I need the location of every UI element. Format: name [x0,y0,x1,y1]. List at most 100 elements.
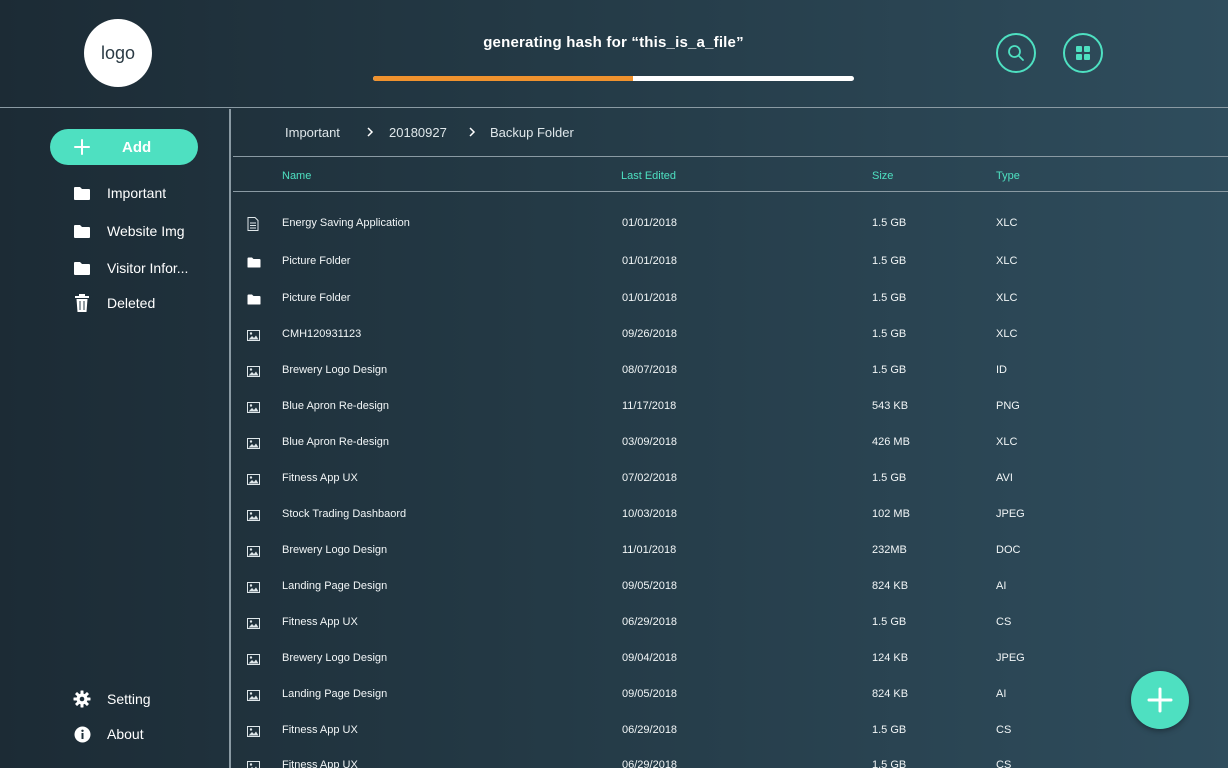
add-button[interactable]: Add [50,129,198,165]
file-type: AVI [996,472,1013,484]
grid-view-button[interactable] [1063,33,1103,73]
folder-icon [247,292,261,306]
file-last-edited: 10/03/2018 [622,508,678,520]
table-row[interactable]: Fitness App UX 07/02/2018 1.5 GB AVI [233,465,1228,493]
file-name: Landing Page Design [282,580,388,592]
image-icon [247,400,261,414]
file-last-edited: 03/09/2018 [622,436,678,448]
image-icon [247,759,261,768]
file-name: Fitness App UX [282,724,358,736]
table-row[interactable]: Brewery Logo Design 11/01/2018 232MB DOC [233,537,1228,565]
sidebar: Add Important Website Img Visitor Infor.… [0,109,231,768]
column-header-size[interactable]: Size [872,170,893,182]
table-row[interactable]: Stock Trading Dashbaord 10/03/2018 102 MB J… [233,501,1228,529]
file-type: JPEG [996,508,1025,520]
sidebar-item-label: About [107,726,144,742]
file-last-edited: 11/17/2018 [622,400,677,412]
table-row[interactable]: Brewery Logo Design 08/07/2018 1.5 GB ID [233,357,1228,385]
file-last-edited: 06/29/2018 [622,724,678,736]
folder-icon [72,221,92,241]
sidebar-item-website-img[interactable]: Website Img [72,219,222,243]
breadcrumb-item[interactable]: Important [285,125,340,140]
file-name: Picture Folder [282,292,351,304]
file-type: DOC [996,544,1021,556]
table-row[interactable]: Landing Page Design 09/05/2018 824 KB AI [233,681,1228,709]
file-type: XLC [996,255,1018,267]
file-name: CMH120931123 [282,328,362,340]
file-type: AI [996,688,1007,700]
column-header-type[interactable]: Type [996,170,1020,182]
chevron-right-icon [469,127,476,137]
column-header-name[interactable]: Name [282,170,311,182]
file-size: 1.5 GB [872,759,907,768]
file-size: 824 KB [872,580,909,592]
file-last-edited: 07/02/2018 [622,472,678,484]
file-last-edited: 01/01/2018 [622,217,678,229]
search-button[interactable] [996,33,1036,73]
sidebar-item-label: Setting [107,691,151,707]
file-last-edited: 09/05/2018 [622,688,678,700]
plus-icon [1147,687,1173,713]
image-icon [247,436,261,450]
sidebar-item-label: Deleted [107,295,156,311]
table-row[interactable]: Blue Apron Re-design 11/17/2018 543 KB PNG [233,393,1228,421]
table-row[interactable]: Landing Page Design 09/05/2018 824 KB AI [233,573,1228,601]
file-type: ID [996,364,1007,376]
table-row[interactable]: Brewery Logo Design 09/04/2018 124 KB JPEG [233,645,1228,673]
sidebar-item-visitor-info[interactable]: Visitor Infor... [72,256,222,280]
table-row[interactable]: Picture Folder 01/01/2018 1.5 GB XLC [233,248,1228,276]
file-last-edited: 06/29/2018 [622,759,678,768]
file-type: XLC [996,292,1018,304]
image-icon [247,328,261,342]
sidebar-item-important[interactable]: Important [72,181,222,205]
floating-add-button[interactable] [1131,671,1189,729]
file-last-edited: 09/26/2018 [622,328,678,340]
file-name: Blue Apron Re-design [282,400,390,412]
file-name: Fitness App UX [282,759,358,768]
file-type: CS [996,724,1012,736]
status-text: generating hash for “this_is_a_file” [483,34,744,51]
file-size: 124 KB [872,652,909,664]
breadcrumb-item[interactable]: 20180927 [389,125,447,140]
file-type: CS [996,759,1012,768]
file-type: AI [996,580,1007,592]
table-row[interactable]: CMH120931123 09/26/2018 1.5 GB XLC [233,321,1228,349]
gear-icon [72,689,92,709]
add-button-label: Add [122,139,152,156]
table-row[interactable]: Picture Folder 01/01/2018 1.5 GB XLC [233,285,1228,313]
table-row[interactable]: Energy Saving Application 01/01/2018 1.5 G… [233,210,1228,238]
file-size: 543 KB [872,400,909,412]
progress-bar [373,76,854,81]
column-header-last-edited[interactable]: Last Edited [621,170,676,182]
sidebar-item-label: Website Img [107,223,185,239]
search-icon [1008,45,1024,61]
sidebar-item-label: Visitor Infor... [107,260,189,276]
file-name: Stock Trading Dashbaord [282,508,407,520]
file-name: Brewery Logo Design [282,652,388,664]
file-last-edited: 11/01/2018 [622,544,677,556]
breadcrumb-item[interactable]: Backup Folder [490,125,574,140]
file-name: Energy Saving Application [282,217,410,229]
file-type: CS [996,616,1012,628]
table-header: Name Last Edited Size Type [233,157,1228,192]
table-row[interactable]: Fitness App UX 06/29/2018 1.5 GB CS [233,752,1228,768]
file-size: 1.5 GB [872,255,907,267]
table-row[interactable]: Blue Apron Re-design 03/09/2018 426 MB XLC [233,429,1228,457]
file-name: Brewery Logo Design [282,364,388,376]
table-row[interactable]: Fitness App UX 06/29/2018 1.5 GB CS [233,609,1228,637]
sidebar-item-about[interactable]: About [72,722,222,746]
file-last-edited: 08/07/2018 [622,364,678,376]
file-last-edited: 09/05/2018 [622,580,678,592]
logo[interactable]: logo [84,19,152,87]
image-icon [247,508,261,522]
file-size: 1.5 GB [872,616,907,628]
file-last-edited: 09/04/2018 [622,652,678,664]
file-name: Landing Page Design [282,688,388,700]
file-last-edited: 01/01/2018 [622,292,678,304]
sidebar-item-setting[interactable]: Setting [72,687,222,711]
file-type: PNG [996,400,1020,412]
table-row[interactable]: Fitness App UX 06/29/2018 1.5 GB CS [233,717,1228,745]
sidebar-item-deleted[interactable]: Deleted [72,291,222,315]
file-size: 426 MB [872,436,910,448]
file-type: JPEG [996,652,1025,664]
